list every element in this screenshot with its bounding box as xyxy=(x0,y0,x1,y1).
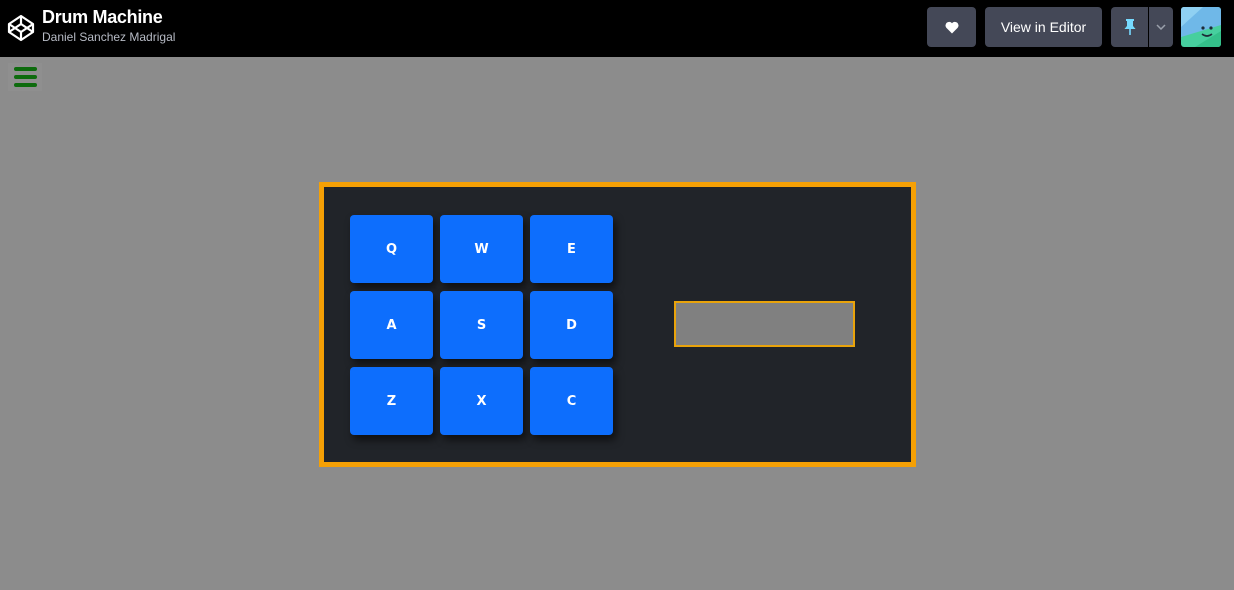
view-in-editor-button[interactable]: View in Editor xyxy=(985,7,1102,47)
drum-pad-a[interactable]: A xyxy=(350,291,433,359)
codepen-logo-icon[interactable] xyxy=(7,14,35,42)
drum-pad-z[interactable]: Z xyxy=(350,367,433,435)
drum-pad-s[interactable]: S xyxy=(440,291,523,359)
pin-options-button[interactable] xyxy=(1149,7,1173,47)
drum-pad-c[interactable]: C xyxy=(530,367,613,435)
drum-pad-d[interactable]: D xyxy=(530,291,613,359)
hamburger-menu-icon[interactable] xyxy=(8,63,42,91)
pen-title-block: Drum Machine Daniel Sanchez Madrigal xyxy=(42,6,175,45)
user-avatar[interactable] xyxy=(1181,7,1221,47)
drum-pad-w[interactable]: W xyxy=(440,215,523,283)
pin-button[interactable] xyxy=(1111,7,1148,47)
drum-pad-x[interactable]: X xyxy=(440,367,523,435)
drum-pad-grid: Q W E A S D Z X C xyxy=(350,215,618,435)
menu-bar xyxy=(13,75,37,79)
drum-pad-q[interactable]: Q xyxy=(350,215,433,283)
drum-pad-e[interactable]: E xyxy=(530,215,613,283)
sound-display xyxy=(674,301,855,347)
pen-author[interactable]: Daniel Sanchez Madrigal xyxy=(42,29,175,45)
heart-icon xyxy=(944,21,959,33)
top-bar: Drum Machine Daniel Sanchez Madrigal Vie… xyxy=(0,0,1234,57)
menu-bar xyxy=(13,67,37,71)
chevron-down-icon xyxy=(1156,24,1166,30)
drum-machine: Q W E A S D Z X C xyxy=(319,182,916,467)
avatar-image xyxy=(1181,7,1221,47)
heart-button[interactable] xyxy=(927,7,976,47)
pen-title: Drum Machine xyxy=(42,7,163,27)
pin-icon xyxy=(1124,19,1135,35)
menu-bar xyxy=(13,83,37,87)
